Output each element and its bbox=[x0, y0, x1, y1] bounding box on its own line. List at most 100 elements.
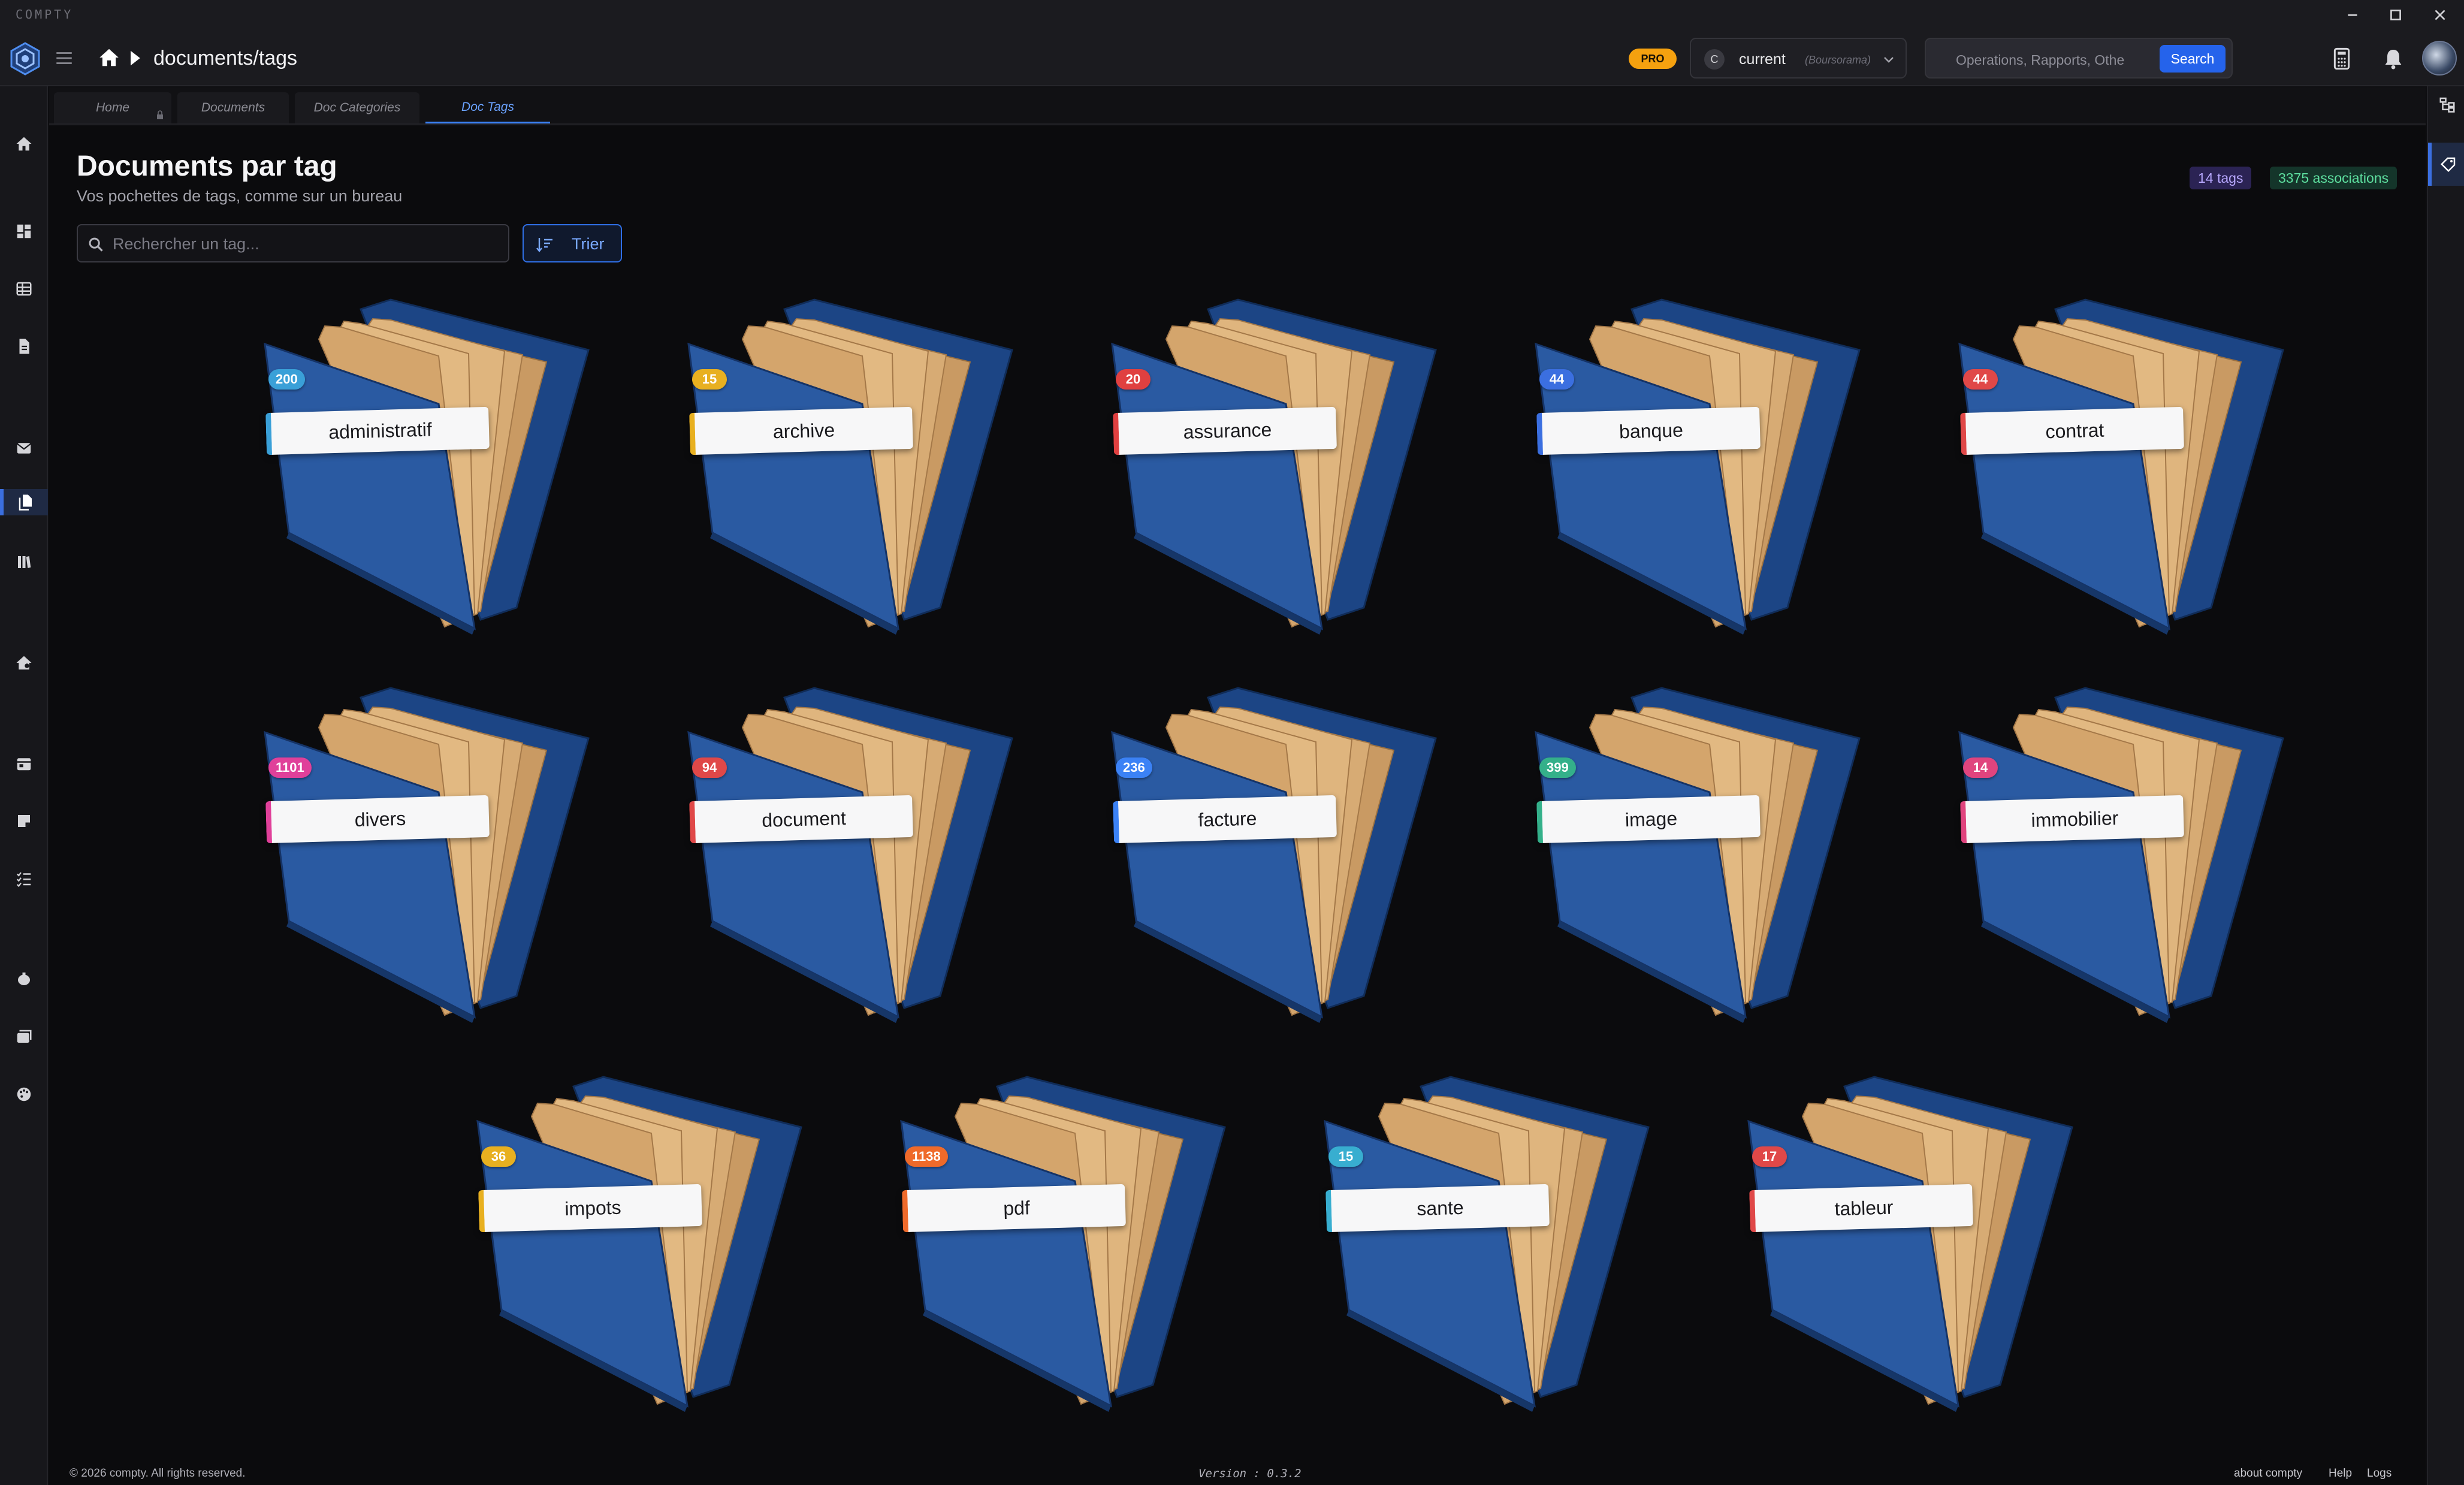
main-content: Documents par tag Vos pochettes de tags,… bbox=[49, 126, 2426, 1468]
sidebar-calendar-icon[interactable] bbox=[11, 750, 37, 777]
tag-folder-tableur[interactable]: 17 tableur bbox=[1695, 1073, 2090, 1421]
lock-icon bbox=[156, 109, 164, 119]
tag-label: immobilier bbox=[1960, 795, 2184, 844]
tag-folder-facture[interactable]: 236 facture bbox=[1058, 684, 1454, 1032]
sidebar-dashboard-icon[interactable] bbox=[11, 218, 37, 245]
app-name: COMPTY bbox=[16, 7, 74, 22]
sort-button[interactable]: Trier bbox=[523, 224, 622, 262]
tag-count-badge: 14 bbox=[1963, 757, 1998, 778]
sidebar-mail-icon[interactable] bbox=[11, 435, 37, 461]
folder-icon bbox=[1535, 687, 1861, 1023]
tag-count-badge: 1138 bbox=[905, 1146, 948, 1167]
tag-folder-image[interactable]: 399 image bbox=[1482, 684, 1877, 1032]
hamburger-menu-icon[interactable] bbox=[54, 48, 74, 68]
tag-label: impots bbox=[478, 1184, 702, 1233]
tag-label: contrat bbox=[1960, 406, 2184, 455]
rightbar-hierarchy-icon[interactable] bbox=[2435, 92, 2459, 116]
minimize-icon[interactable] bbox=[2336, 2, 2369, 28]
tag-count-badge: 15 bbox=[1328, 1146, 1363, 1167]
folder-icon bbox=[1958, 687, 2284, 1023]
sidebar-documents-icon[interactable] bbox=[0, 489, 48, 515]
tag-folder-immobilier[interactable]: 14 immobilier bbox=[1906, 684, 2301, 1032]
rightbar-tags-icon[interactable] bbox=[2428, 143, 2464, 186]
help-link[interactable]: Help bbox=[2329, 1467, 2352, 1480]
tab-doc-categories[interactable]: Doc Categories bbox=[295, 92, 419, 123]
calculator-icon[interactable] bbox=[2330, 47, 2354, 71]
tab-label: Doc Tags bbox=[461, 99, 514, 114]
tag-count-badge: 14 tags bbox=[2190, 167, 2252, 189]
sidebar-notes-icon[interactable] bbox=[11, 808, 37, 834]
logs-link[interactable]: Logs bbox=[2367, 1467, 2391, 1480]
tag-label: document bbox=[689, 795, 913, 844]
tag-label: administratif bbox=[265, 406, 490, 455]
folder-icon bbox=[1324, 1076, 1650, 1412]
folder-icon bbox=[1111, 298, 1437, 635]
tag-folder-divers[interactable]: 1101 divers bbox=[211, 684, 606, 1032]
tag-count-badge: 15 bbox=[692, 369, 727, 390]
folder-icon bbox=[687, 298, 1013, 635]
tag-count-badge: 200 bbox=[268, 369, 305, 390]
folder-icon bbox=[264, 298, 590, 635]
tab-label: Documents bbox=[201, 101, 265, 114]
organization-select[interactable]: C current (Boursorama) bbox=[1690, 38, 1907, 79]
tag-count-badge: 1101 bbox=[268, 757, 312, 778]
version: Version : 0.3.2 bbox=[1198, 1467, 1302, 1480]
tag-folder-sante[interactable]: 15 sante bbox=[1271, 1073, 1666, 1421]
tab-label: Doc Categories bbox=[313, 101, 401, 114]
tag-label: pdf bbox=[902, 1184, 1126, 1233]
tag-folder-pdf[interactable]: 1138 pdf bbox=[847, 1073, 1243, 1421]
tab-doc-tags[interactable]: Doc Tags bbox=[425, 92, 550, 123]
breadcrumb-arrow-icon bbox=[128, 50, 141, 67]
page-title: Documents par tag bbox=[77, 150, 337, 182]
tag-folder-archive[interactable]: 15 archive bbox=[635, 296, 1030, 644]
close-icon[interactable] bbox=[2423, 2, 2457, 28]
org-provider: (Boursorama) bbox=[1805, 54, 1871, 66]
page-subtitle: Vos pochettes de tags, comme sur un bure… bbox=[77, 187, 403, 205]
app-window: COMPTY documents/tags PRO C current (Bou… bbox=[0, 0, 2464, 1485]
org-name: current bbox=[1739, 51, 1786, 68]
tag-search-input[interactable] bbox=[113, 230, 496, 258]
pro-badge: PRO bbox=[1629, 49, 1677, 69]
tag-folder-document[interactable]: 94 document bbox=[635, 684, 1030, 1032]
breadcrumb-path: documents/tags bbox=[153, 47, 298, 70]
sidebar-home-icon[interactable] bbox=[11, 131, 37, 157]
chevron-down-icon bbox=[1882, 52, 1896, 67]
tag-folder-banque[interactable]: 44 banque bbox=[1482, 296, 1877, 644]
tag-count-badge: 44 bbox=[1963, 369, 1998, 390]
tag-label: tableur bbox=[1749, 1184, 1973, 1233]
tag-label: image bbox=[1536, 795, 1761, 844]
tab-home[interactable]: Home bbox=[54, 92, 171, 123]
sort-icon bbox=[536, 238, 552, 252]
tag-search[interactable] bbox=[77, 224, 509, 262]
association-count-badge: 3375 associations bbox=[2270, 167, 2397, 189]
tab-documents[interactable]: Documents bbox=[177, 92, 289, 123]
global-search[interactable]: Operations, Rapports, Othe Search bbox=[1925, 38, 2233, 79]
folder-icon bbox=[264, 687, 590, 1023]
sort-label: Trier bbox=[572, 235, 605, 253]
tag-folder-administratif[interactable]: 200 administratif bbox=[211, 296, 606, 644]
sidebar-checklist-icon[interactable] bbox=[11, 865, 37, 892]
about-link[interactable]: about compty bbox=[2234, 1467, 2302, 1480]
sidebar-piggy-icon[interactable] bbox=[11, 966, 37, 992]
tag-count-badge: 36 bbox=[481, 1146, 516, 1167]
folder-icon bbox=[1111, 687, 1437, 1023]
maximize-icon[interactable] bbox=[2379, 2, 2412, 28]
sidebar-palette-icon[interactable] bbox=[11, 1081, 37, 1107]
notification-bell-icon[interactable] bbox=[2381, 47, 2405, 71]
search-button[interactable]: Search bbox=[2160, 45, 2226, 73]
breadcrumb-home-icon[interactable] bbox=[97, 46, 121, 69]
global-search-input[interactable]: Operations, Rapports, Othe bbox=[1956, 52, 2124, 68]
tag-folder-assurance[interactable]: 20 assurance bbox=[1058, 296, 1454, 644]
sidebar-library-icon[interactable] bbox=[11, 549, 37, 575]
tag-folder-impots[interactable]: 36 impots bbox=[424, 1073, 819, 1421]
sidebar-report-icon[interactable] bbox=[11, 333, 37, 360]
user-avatar[interactable] bbox=[2422, 41, 2457, 76]
sidebar-table-icon[interactable] bbox=[11, 276, 37, 302]
tag-label: divers bbox=[265, 795, 490, 844]
sidebar-cards-icon[interactable] bbox=[11, 1024, 37, 1050]
sidebar-property-icon[interactable] bbox=[11, 650, 37, 676]
tag-folder-contrat[interactable]: 44 contrat bbox=[1906, 296, 2301, 644]
app-logo-icon[interactable] bbox=[7, 41, 43, 77]
folder-icon bbox=[1535, 298, 1861, 635]
window-titlebar: COMPTY bbox=[0, 0, 2464, 30]
